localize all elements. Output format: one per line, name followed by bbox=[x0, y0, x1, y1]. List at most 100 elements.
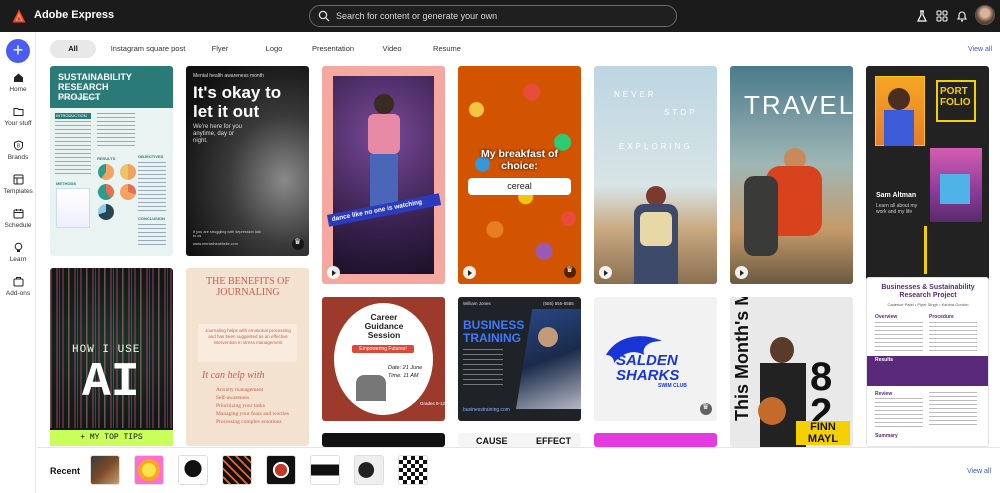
template-card-business[interactable]: William Jones (555) 555-5555 BUSINESS TR… bbox=[458, 297, 581, 421]
card-line2: AI bbox=[82, 356, 140, 410]
rail-label: Home bbox=[9, 86, 27, 93]
card-tag: Empowering Futures! bbox=[352, 345, 414, 353]
rail-item-templates[interactable]: Templates bbox=[0, 174, 36, 195]
card-line: This Month's MVP bbox=[732, 297, 752, 421]
flask-icon[interactable] bbox=[915, 9, 929, 23]
rail-item-your-stuff[interactable]: Your stuff bbox=[0, 106, 36, 127]
recent-thumbnail[interactable] bbox=[354, 455, 384, 485]
template-card-travel[interactable]: TRAVEL bbox=[730, 66, 853, 284]
template-card-row3-3[interactable] bbox=[594, 433, 717, 447]
recent-bar: Recent View all bbox=[37, 447, 1000, 493]
template-card-career[interactable]: Career Guidance Session Empowering Futur… bbox=[322, 297, 445, 421]
bell-icon[interactable] bbox=[955, 9, 969, 23]
recent-thumbnail[interactable] bbox=[90, 455, 120, 485]
rail-item-add-ons[interactable]: Add-ons bbox=[0, 276, 36, 297]
list-item: Prioritizing your tasks bbox=[216, 403, 265, 409]
play-icon bbox=[463, 266, 476, 279]
template-card-portfolio[interactable]: PORT FOLIO Sam Altman Learn all about my… bbox=[866, 66, 989, 284]
rail-item-brands[interactable]: B Brands bbox=[0, 140, 36, 161]
rail-label: Brands bbox=[7, 154, 29, 161]
recent-thumbnail[interactable] bbox=[310, 455, 340, 485]
tab-all[interactable]: All bbox=[50, 40, 96, 58]
left-rail: + Home Your stuff B Brands Templates Sch… bbox=[0, 32, 36, 493]
card-word: EXPLORING bbox=[619, 142, 693, 151]
template-card-ai[interactable]: HOW I USE AI + MY TOP TIPS bbox=[50, 268, 173, 446]
template-card-dance[interactable]: dance like no one is watching bbox=[322, 66, 445, 284]
template-card-mvp[interactable]: This Month's MVP 82 FINN MAYL bbox=[730, 297, 853, 447]
template-card-its-okay[interactable]: Mental health awareness month It's okay … bbox=[186, 66, 309, 256]
section-label: INTRODUCTION bbox=[56, 113, 87, 118]
brand-icon: B bbox=[13, 140, 23, 151]
svg-text:B: B bbox=[16, 144, 20, 150]
card-word: NEVER bbox=[614, 90, 657, 99]
card-grade: Grades 9-12 bbox=[420, 401, 445, 406]
templates-icon bbox=[13, 174, 23, 185]
card-blurb: Learn all about my work and my life bbox=[876, 203, 918, 215]
premium-crown-icon bbox=[564, 265, 576, 278]
card-word: EFFECT bbox=[536, 436, 571, 446]
card-kicker: Mental health awareness month bbox=[193, 73, 264, 79]
template-card-report[interactable]: Businesses & Sustainability Research Pro… bbox=[866, 277, 989, 447]
template-card-explore[interactable]: NEVER STOP EXPLORING bbox=[594, 66, 717, 284]
rail-item-home[interactable]: Home bbox=[0, 72, 36, 93]
template-card-cause-effect[interactable]: CAUSE EFFECT bbox=[458, 433, 581, 447]
tab-flyer[interactable]: Flyer bbox=[205, 40, 235, 58]
card-title: BUSINESS TRAINING bbox=[463, 318, 525, 345]
recent-view-all-link[interactable]: View all bbox=[967, 468, 991, 475]
card-subtitle: It can help with bbox=[202, 370, 265, 381]
top-bar: Adobe Express bbox=[0, 0, 1000, 32]
tab-logo[interactable]: Logo bbox=[259, 40, 289, 58]
recent-thumbnail[interactable] bbox=[178, 455, 208, 485]
rail-item-learn[interactable]: Learn bbox=[0, 242, 36, 263]
view-all-link[interactable]: View all bbox=[968, 46, 992, 53]
tab-presentation[interactable]: Presentation bbox=[308, 40, 358, 58]
card-points: Anxiety management Self-awareness Priori… bbox=[216, 386, 289, 426]
card-subtitle: Sponsor Schoolsustain bbox=[58, 95, 99, 100]
apps-grid-icon[interactable] bbox=[935, 9, 949, 23]
template-card-sustainability[interactable]: SUSTAINABILITY RESEARCH PROJECT Sponsor … bbox=[50, 66, 173, 256]
search-input[interactable] bbox=[336, 11, 656, 21]
recent-thumbnail[interactable] bbox=[398, 455, 428, 485]
section-label: Procedure bbox=[929, 314, 954, 320]
adobe-express-logo-icon[interactable] bbox=[12, 9, 26, 23]
template-card-breakfast[interactable]: My breakfast of choice: cereal bbox=[458, 66, 581, 284]
tab-resume[interactable]: Resume bbox=[429, 40, 465, 58]
card-answer: cereal bbox=[468, 178, 571, 195]
user-avatar[interactable] bbox=[975, 5, 995, 25]
recent-label: Recent bbox=[50, 466, 81, 476]
recent-thumbnail[interactable] bbox=[222, 455, 252, 485]
card-authors: Cadence Patel • Piper Singh • Kahina Gor… bbox=[887, 302, 969, 307]
calendar-icon bbox=[13, 209, 23, 219]
search-bar[interactable] bbox=[309, 5, 677, 27]
recent-thumbnail[interactable] bbox=[266, 455, 296, 485]
create-button[interactable]: + bbox=[6, 39, 30, 63]
template-card-row3-1[interactable] bbox=[322, 433, 445, 447]
card-title: PORT FOLIO bbox=[940, 86, 971, 108]
play-icon bbox=[327, 266, 340, 279]
template-card-sharks[interactable]: SALDEN SHARKS SWIM CLUB bbox=[594, 297, 717, 421]
rail-item-schedule[interactable]: Schedule bbox=[0, 208, 36, 229]
template-card-journaling[interactable]: THE BENEFITS OF JOURNALING Journaling he… bbox=[186, 268, 309, 446]
card-name: FINN MAYL bbox=[796, 421, 850, 445]
tab-instagram-square-post[interactable]: Instagram square post bbox=[108, 40, 188, 58]
section-label: Overview bbox=[875, 314, 898, 320]
card-word: CAUSE bbox=[476, 436, 508, 446]
rail-label: Add-ons bbox=[5, 290, 31, 297]
section-label: Summary bbox=[875, 433, 898, 439]
tab-video[interactable]: Video bbox=[377, 40, 407, 58]
rail-label: Your stuff bbox=[4, 120, 32, 127]
rail-label: Schedule bbox=[4, 222, 32, 229]
recent-thumbnail[interactable] bbox=[134, 455, 164, 485]
section-label: Results bbox=[875, 357, 894, 363]
card-title: It's okay to let it out bbox=[193, 83, 282, 121]
card-title: My breakfast of choice: bbox=[480, 148, 559, 172]
folder-icon bbox=[13, 108, 23, 116]
home-icon bbox=[13, 73, 23, 82]
app-title: Adobe Express bbox=[34, 9, 115, 21]
list-item: Self-awareness bbox=[216, 395, 250, 401]
card-title: SALDEN SHARKS bbox=[616, 352, 680, 384]
card-date: Date: 21 June bbox=[388, 365, 423, 371]
list-item: Processing complex emotions bbox=[216, 419, 282, 425]
section-label: RESULTS bbox=[97, 156, 116, 161]
lightbulb-icon bbox=[14, 242, 22, 252]
